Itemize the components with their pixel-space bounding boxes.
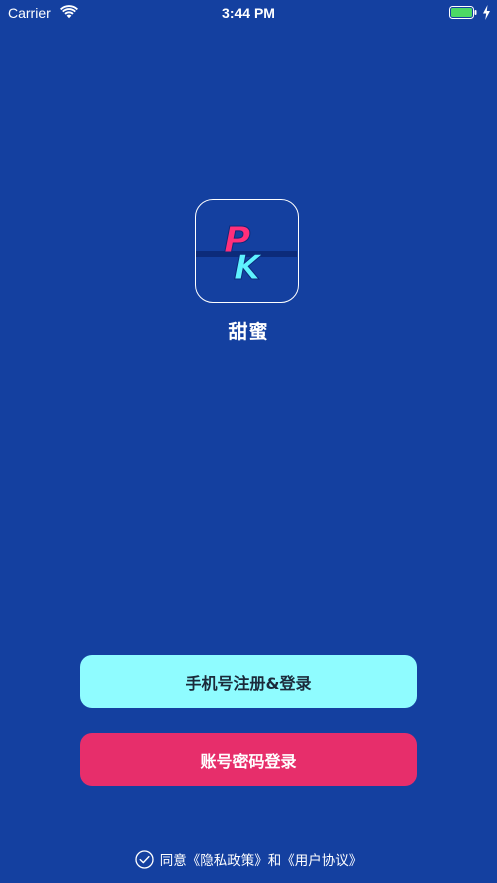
battery-icon — [449, 6, 477, 19]
phone-login-button[interactable]: 手机号注册&登录 — [80, 655, 417, 708]
pk-logo-icon: P K — [196, 220, 297, 289]
agreement-conjunction: 和 — [267, 853, 282, 869]
agreement-prefix: 同意 — [159, 853, 187, 869]
logo-letter-k: K — [234, 248, 263, 288]
login-screen: Carrier 3:44 PM P K 甜蜜 手机号注册&登录 账号密码登录 同… — [0, 0, 497, 883]
user-agreement-link[interactable]: 《用户协议》 — [281, 849, 362, 869]
check-circle-icon[interactable] — [135, 849, 154, 869]
status-time: 3:44 PM — [222, 5, 275, 21]
app-name: 甜蜜 — [228, 321, 269, 343]
phone-login-label: 手机号注册&登录 — [185, 673, 312, 693]
agreement-row: 同意 《隐私政策》 和 《用户协议》 — [0, 848, 497, 870]
status-bar: Carrier 3:44 PM — [0, 0, 497, 26]
app-logo: P K — [195, 199, 299, 303]
privacy-policy-link[interactable]: 《隐私政策》 — [187, 849, 268, 869]
account-login-label: 账号密码登录 — [200, 751, 297, 771]
account-login-button[interactable]: 账号密码登录 — [80, 733, 417, 786]
charging-bolt-icon — [483, 5, 490, 20]
